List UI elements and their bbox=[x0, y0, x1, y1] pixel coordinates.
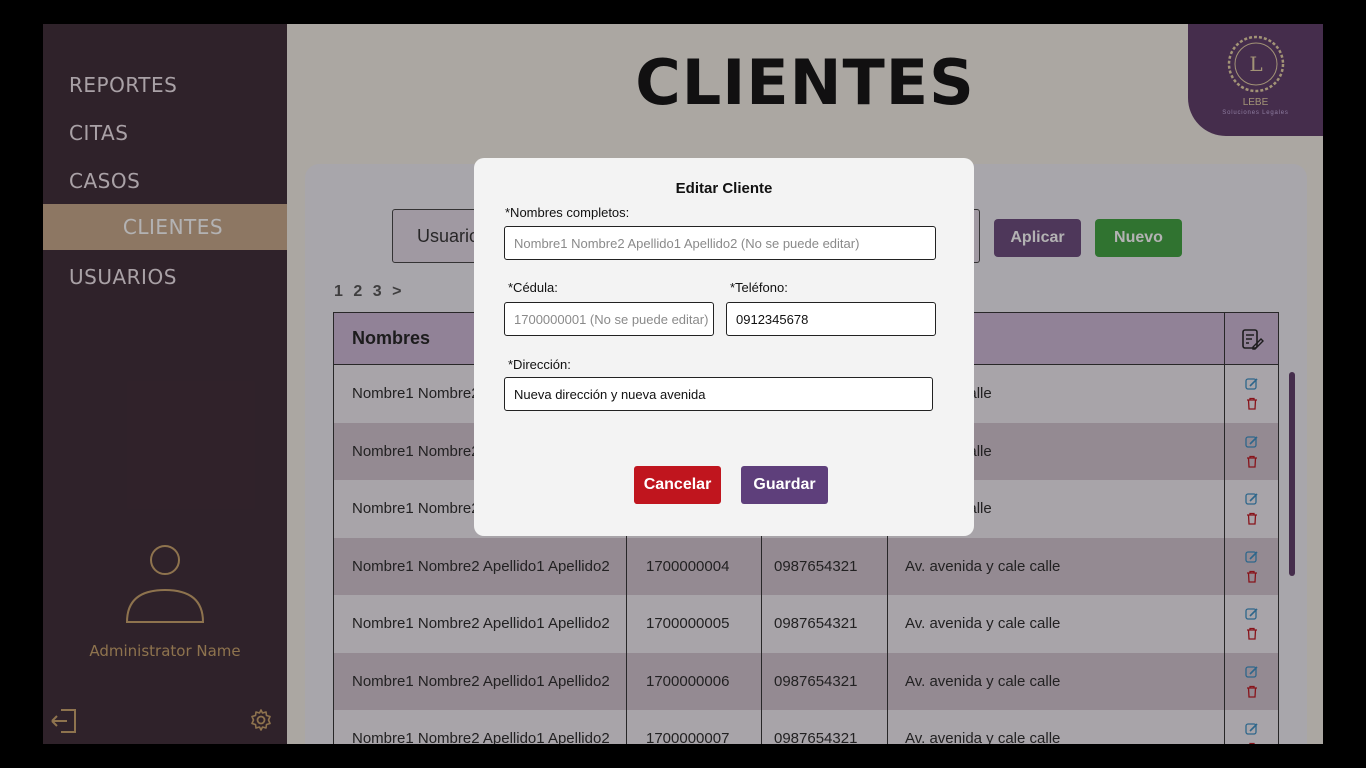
app-frame: REPORTES CITAS CASOS CLIENTES USUARIOS A… bbox=[43, 24, 1323, 744]
modal-title: Editar Cliente bbox=[675, 180, 773, 197]
direccion-field[interactable]: Nueva dirección y nueva avenida bbox=[504, 377, 933, 411]
nombres-field: Nombre1 Nombre2 Apellido1 Apellido2 (No … bbox=[504, 226, 936, 260]
nombres-label: *Nombres completos: bbox=[505, 205, 630, 220]
save-button[interactable]: Guardar bbox=[741, 466, 828, 504]
edit-client-modal: Editar Cliente *Nombres completos: Nombr… bbox=[474, 158, 974, 536]
cancel-button[interactable]: Cancelar bbox=[634, 466, 721, 504]
direccion-label: *Dirección: bbox=[508, 357, 571, 372]
telefono-field[interactable]: 0912345678 bbox=[726, 302, 936, 336]
cedula-field: 1700000001 (No se puede editar) bbox=[504, 302, 714, 336]
cedula-label: *Cédula: bbox=[508, 280, 558, 295]
telefono-label: *Teléfono: bbox=[730, 280, 788, 295]
